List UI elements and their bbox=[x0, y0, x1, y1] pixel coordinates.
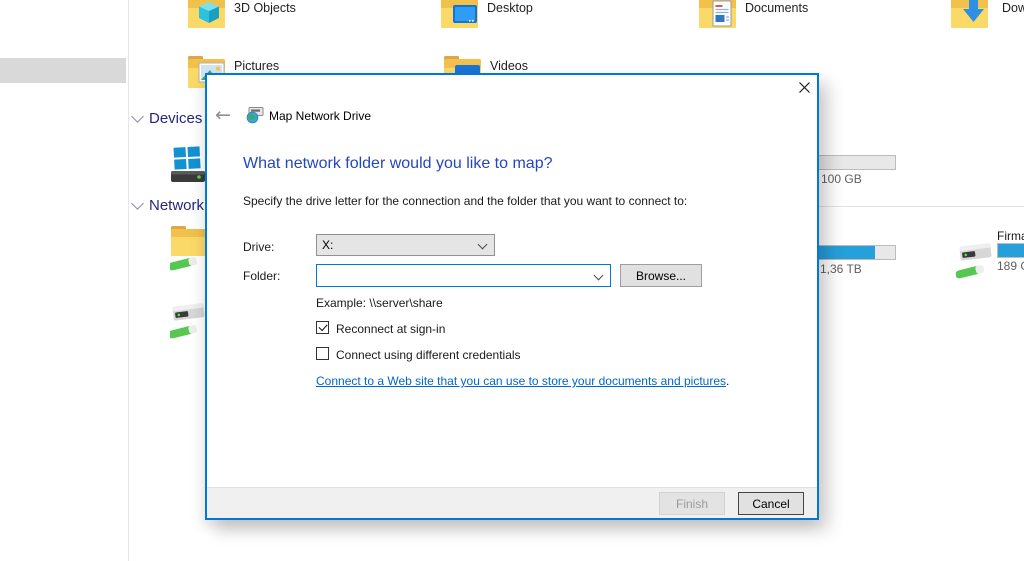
chevron-down-icon bbox=[478, 240, 488, 250]
chevron-down-icon bbox=[131, 197, 144, 210]
group-header-label: Devices bbox=[149, 110, 202, 127]
map-network-drive-icon bbox=[246, 106, 264, 124]
drive-select-value: X: bbox=[322, 238, 333, 252]
pane-divider bbox=[128, 0, 129, 561]
finish-button[interactable]: Finish bbox=[659, 492, 725, 515]
tile-label: 3D Objects bbox=[234, 1, 296, 15]
close-icon bbox=[798, 81, 811, 94]
folder-input[interactable] bbox=[319, 266, 588, 286]
checkmark-icon bbox=[318, 322, 327, 331]
link-period: . bbox=[726, 374, 729, 388]
folder-field-label: Folder: bbox=[243, 269, 280, 283]
connect-website-link[interactable]: Connect to a Web site that you can use t… bbox=[316, 374, 726, 388]
network-drive-icon[interactable] bbox=[170, 296, 208, 342]
explorer-window: Devices Network bbox=[0, 0, 1024, 561]
tile-label: Downloads bbox=[1002, 1, 1024, 15]
tile-desktop[interactable]: Desktop bbox=[440, 0, 610, 40]
chevron-down-icon bbox=[594, 271, 604, 281]
drive-usage-bar bbox=[997, 243, 1024, 258]
tile-3d-objects[interactable]: 3D Objects bbox=[187, 0, 357, 40]
chevron-down-icon bbox=[131, 110, 144, 123]
wizard-heading: What network folder would you like to ma… bbox=[243, 155, 552, 173]
example-text: Example: \\server\share bbox=[316, 296, 443, 310]
drive-select[interactable]: X: bbox=[316, 234, 495, 256]
drive-size-label: 189 G bbox=[997, 259, 1024, 273]
drive-size-label: 1,36 TB bbox=[820, 262, 862, 276]
group-separator bbox=[819, 206, 1024, 207]
dialog-footer bbox=[207, 487, 817, 518]
folder-downloads-icon bbox=[950, 0, 990, 36]
credentials-checkbox-label[interactable]: Connect using different credentials bbox=[336, 348, 521, 362]
network-folder-icon[interactable] bbox=[170, 224, 208, 272]
tile-label: Desktop bbox=[487, 1, 533, 15]
folder-documents-icon bbox=[698, 0, 738, 36]
tile-documents[interactable]: Documents bbox=[698, 0, 868, 40]
windows-system-drive-icon[interactable] bbox=[169, 144, 207, 184]
network-drive-icon bbox=[956, 236, 996, 282]
group-header-label: Network bbox=[149, 197, 204, 214]
back-button[interactable]: ← bbox=[211, 103, 235, 127]
tile-label: Documents bbox=[745, 1, 808, 15]
reconnect-checkbox-label[interactable]: Reconnect at sign-in bbox=[336, 322, 445, 336]
drive-name-label: Firma bbox=[997, 229, 1024, 243]
group-header-network[interactable]: Network bbox=[133, 197, 204, 214]
group-header-devices[interactable]: Devices bbox=[133, 110, 202, 127]
drive-field-label: Drive: bbox=[243, 240, 274, 254]
tile-network-location[interactable]: Firma 189 G bbox=[956, 226, 1024, 282]
tile-label: Pictures bbox=[234, 59, 279, 73]
browse-button[interactable]: Browse... bbox=[620, 264, 702, 287]
folder-3d-objects-icon bbox=[187, 0, 227, 36]
nav-pane-selected-item[interactable] bbox=[0, 58, 126, 83]
tile-downloads[interactable]: Downloads bbox=[950, 0, 1024, 40]
credentials-checkbox[interactable] bbox=[316, 347, 329, 360]
back-icon: ← bbox=[215, 104, 231, 126]
tile-label: Videos bbox=[490, 59, 528, 73]
wizard-subheading: Specify the drive letter for the connect… bbox=[243, 194, 687, 208]
folder-desktop-icon bbox=[440, 0, 480, 36]
cancel-button[interactable]: Cancel bbox=[738, 492, 804, 515]
reconnect-checkbox[interactable] bbox=[316, 321, 329, 334]
drive-size-label: 100 GB bbox=[821, 172, 862, 186]
dialog-title: Map Network Drive bbox=[269, 109, 371, 123]
close-button[interactable] bbox=[792, 77, 816, 97]
map-network-drive-dialog: ← Map Network Drive What network folder … bbox=[205, 73, 819, 520]
folder-combobox[interactable] bbox=[316, 264, 611, 287]
